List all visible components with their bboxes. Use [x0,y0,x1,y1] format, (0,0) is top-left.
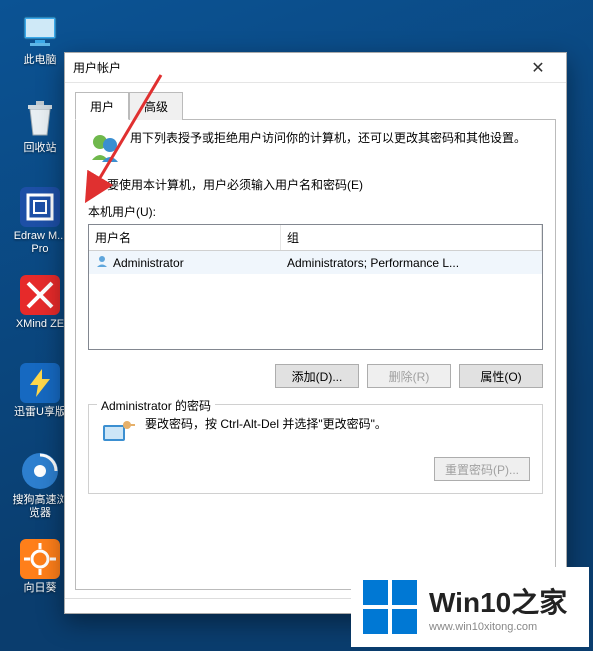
remove-button: 删除(R) [367,364,451,388]
desktop-icon-label: 向日葵 [24,582,57,595]
desktop-icon-label: XMind ZE [16,318,64,331]
require-password-checkbox[interactable]: ✓ 要使用本计算机，用户必须输入用户名和密码(E) [88,176,543,193]
key-icon [101,415,135,447]
thunder-icon [19,362,61,404]
users-listview[interactable]: 用户名 组 Administrator Administrators; Perf… [88,224,543,350]
tab-strip: 用户 高级 [75,91,556,120]
cell-group: Administrators; Performance L... [281,253,542,273]
tab-users[interactable]: 用户 [75,92,129,120]
close-button[interactable]: ✕ [518,54,558,82]
watermark: Win10之家 www.win10xitong.com [351,567,589,647]
sunflower-icon [19,538,61,580]
xmind-icon [19,274,61,316]
properties-button[interactable]: 属性(O) [459,364,543,388]
monitor-icon [19,10,61,52]
add-button[interactable]: 添加(D)... [275,364,359,388]
groupbox-title: Administrator 的密码 [97,397,215,414]
windows-icon [361,578,419,636]
cell-username: Administrator [113,256,184,270]
column-username[interactable]: 用户名 [89,225,281,250]
desktop-icon-label: Edraw M... Pro [14,230,67,256]
users-list-label: 本机用户(U): [88,203,543,220]
reset-password-button: 重置密码(P)... [434,457,530,481]
close-icon: ✕ [531,58,544,78]
trash-icon [19,98,61,140]
dialog-title: 用户帐户 [73,59,121,76]
edraw-icon [19,186,61,228]
password-groupbox: Administrator 的密码 要改密码，按 Ctrl-Alt-Del 并选… [88,404,543,494]
tab-advanced[interactable]: 高级 [129,92,183,120]
intro-text: 用下列表授予或拒绝用户访问你的计算机，还可以更改其密码和其他设置。 [130,130,526,164]
watermark-url: www.win10xitong.com [429,621,567,633]
titlebar[interactable]: 用户帐户 ✕ [65,53,566,83]
column-group[interactable]: 组 [281,225,542,250]
sogou-icon [19,450,61,492]
groupbox-text: 要改密码，按 Ctrl-Alt-Del 并选择"更改密码"。 [145,415,387,432]
desktop-icon-label: 回收站 [24,142,57,155]
user-accounts-dialog: 用户帐户 ✕ 用户 高级 用下列表授予或拒绝用户访问你的计算机，还可以更改其密码… [64,52,567,614]
desktop-icon-label: 搜狗高速浏 览器 [13,494,68,520]
checkbox-icon: ✓ [88,178,101,191]
desktop-icon-label: 迅雷U享版 [14,406,66,419]
watermark-brand: Win10之家 [429,581,567,621]
user-icon [95,254,109,271]
users-icon [88,130,122,164]
checkbox-label: 要使用本计算机，用户必须输入用户名和密码(E) [107,176,363,193]
desktop-icon-label: 此电脑 [24,54,57,67]
table-row[interactable]: Administrator Administrators; Performanc… [89,251,542,274]
